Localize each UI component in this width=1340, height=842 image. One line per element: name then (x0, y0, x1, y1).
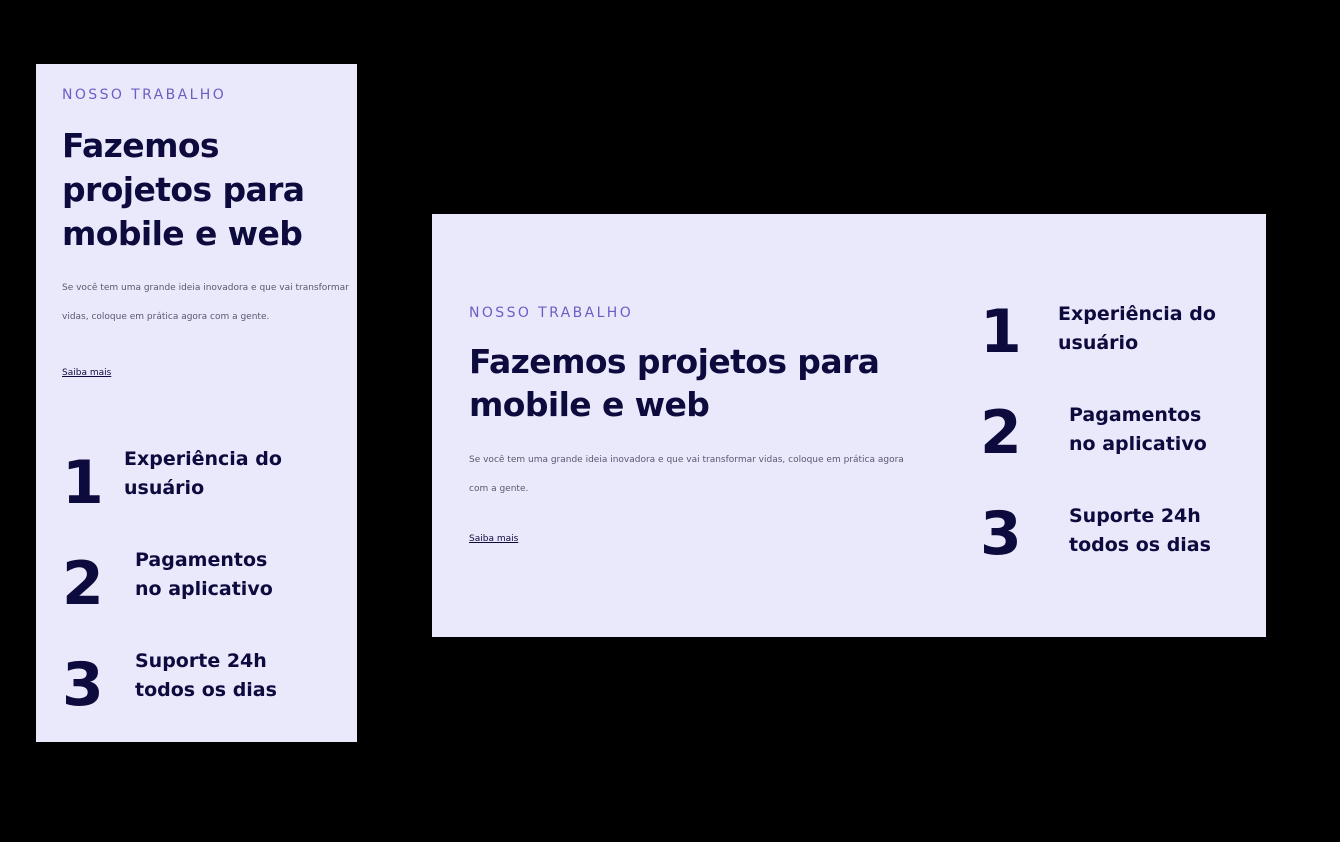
feature-label: Pagamentos no aplicativo (135, 546, 273, 604)
feature-label-line: Experiência do (124, 448, 282, 470)
feature-label: Experiência do usuário (124, 445, 282, 503)
section-headline: Fazemos projetos para mobile e web (62, 126, 305, 253)
feature-number: 3 (980, 499, 1022, 569)
feature-number: 1 (980, 297, 1022, 367)
section-headline: Fazemos projetos para mobile e web (469, 342, 880, 424)
feature-label-line: no aplicativo (1069, 433, 1207, 455)
feature-label-line: usuário (1058, 332, 1139, 354)
feature-label-line: todos os dias (135, 679, 277, 701)
feature-number: 2 (980, 398, 1022, 468)
section-description: Se você tem uma grande ideia inovadora e… (469, 455, 904, 494)
feature-item: 1 Experiência do usuário (62, 445, 339, 546)
feature-number: 3 (62, 650, 104, 720)
feature-item: 3 Suporte 24h todos os dias (62, 647, 339, 748)
feature-item: 2 Pagamentos no aplicativo (980, 401, 1250, 502)
feature-number: 2 (62, 549, 104, 619)
section-eyebrow: NOSSO TRABALHO (469, 305, 634, 321)
feature-label: Suporte 24h todos os dias (135, 647, 277, 705)
feature-label: Experiência do usuário (1058, 300, 1216, 358)
feature-number: 1 (62, 448, 104, 518)
feature-label-line: usuário (124, 477, 205, 499)
section-eyebrow: NOSSO TRABALHO (62, 87, 227, 103)
feature-label-line: no aplicativo (135, 578, 273, 600)
feature-label: Pagamentos no aplicativo (1069, 401, 1207, 459)
feature-label-line: Suporte 24h (1069, 505, 1201, 527)
mobile-card: NOSSO TRABALHO Fazemos projetos para mob… (36, 64, 357, 742)
feature-label-line: Pagamentos (135, 549, 268, 571)
feature-item: 1 Experiência do usuário (980, 300, 1250, 401)
feature-list: 1 Experiência do usuário 2 Pagamentos no… (62, 445, 339, 748)
feature-list: 1 Experiência do usuário 2 Pagamentos no… (980, 300, 1250, 603)
feature-label-line: Suporte 24h (135, 650, 267, 672)
feature-item: 3 Suporte 24h todos os dias (980, 502, 1250, 603)
feature-label: Suporte 24h todos os dias (1069, 502, 1211, 560)
saiba-mais-link[interactable]: Saiba mais (62, 368, 111, 378)
feature-label-line: todos os dias (1069, 534, 1211, 556)
feature-label-line: Experiência do (1058, 303, 1216, 325)
feature-item: 2 Pagamentos no aplicativo (62, 546, 339, 647)
saiba-mais-link[interactable]: Saiba mais (469, 534, 518, 544)
section-description: Se você tem uma grande ideia inovadora e… (62, 283, 349, 322)
desktop-card: NOSSO TRABALHO Fazemos projetos para mob… (432, 214, 1266, 637)
feature-label-line: Pagamentos (1069, 404, 1202, 426)
desktop-text-column: NOSSO TRABALHO Fazemos projetos para mob… (469, 304, 909, 545)
